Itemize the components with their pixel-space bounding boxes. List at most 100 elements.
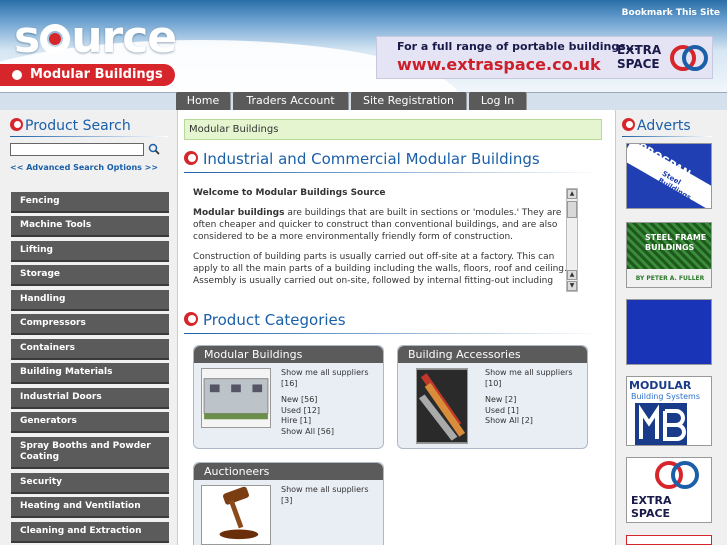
site-subtitle: Modular Buildings [30,67,163,82]
category-generators[interactable]: Generators [11,412,169,433]
filter-new-link[interactable]: New [2] [485,395,585,406]
bullet-e-icon [10,118,23,131]
ad-modular-text: MODULAR [629,379,692,392]
intro-text-box[interactable]: Welcome to Modular Buildings Source Modu… [184,181,580,293]
category-storage[interactable]: Storage [11,265,169,286]
category-card-auctioneers: Auctioneers Show me all suppliers [3] [193,462,384,545]
advert-blank-blue[interactable] [626,299,712,365]
show-all-suppliers-link[interactable]: Show me all suppliers [281,485,381,496]
scroll-down-icon[interactable]: ▼ [567,281,577,291]
dot-icon [12,70,22,80]
category-compressors[interactable]: Compressors [11,314,169,335]
filter-show-all-link[interactable]: Show All [56] [281,427,381,438]
nav-tab-log-in[interactable]: Log In [469,92,527,110]
intro-paragraph-1: Modular buildings are buildings that are… [193,207,570,243]
card-info: Show me all suppliers [10] New [2] Used … [485,368,585,427]
site-subtitle-bar: Modular Buildings [0,64,175,86]
advert-prospan[interactable]: PROSPAN Steel Buildings [626,143,712,209]
card-info: Show me all suppliers [3] [281,485,381,506]
rings-logo-icon [670,45,708,71]
filter-new-link[interactable]: New [56] [281,395,381,406]
advert-partial[interactable] [626,535,712,545]
product-search-heading: Product Search [10,117,168,137]
scroll-mid-up-icon[interactable]: ▲ [567,270,577,280]
portable-cabin-image[interactable] [201,368,271,428]
filter-used-link[interactable]: Used [1] [485,406,585,417]
bookmark-link[interactable]: Bookmark This Site [622,8,720,18]
category-containers[interactable]: Containers [11,339,169,360]
ad-steel-frame-sub: BY PETER A. FULLER [627,269,711,287]
ad-modular-sub: Building Systems [631,392,700,401]
mb-logo-icon [635,403,687,445]
intro-welcome: Welcome to Modular Buildings Source [193,188,386,198]
scroll-thumb[interactable] [567,201,577,218]
ad-extra-line1: EXTRA [631,494,672,507]
category-handling[interactable]: Handling [11,290,169,311]
title-underline [184,333,600,334]
advert-extra-space[interactable]: EXTRA SPACE [626,457,712,523]
rings-logo-icon [655,461,699,489]
ad-extra-text: EXTRA SPACE [631,494,671,520]
adverts-title: Adverts [637,118,691,134]
intro-paragraph-2: Construction of building parts is usuall… [193,252,567,286]
site-logo[interactable]: s urce [14,12,177,63]
category-lifting[interactable]: Lifting [11,241,169,262]
search-input[interactable] [10,143,144,156]
breadcrumb: Modular Buildings [184,119,602,140]
category-cleaning-extraction[interactable]: Cleaning and Extraction [11,522,169,543]
accessories-image[interactable] [416,368,468,444]
ad-extra-line2: SPACE [631,507,671,520]
category-heating-ventilation[interactable]: Heating and Ventilation [11,497,169,518]
categories-title: Product Categories [203,311,346,329]
adverts-heading: Adverts [622,117,712,137]
card-title[interactable]: Auctioneers [194,463,383,480]
category-machine-tools[interactable]: Machine Tools [11,216,169,237]
search-icon[interactable] [148,143,160,155]
card-title[interactable]: Modular Buildings [194,346,383,363]
logo-text-s: s [14,12,40,63]
page-title-block: Industrial and Commercial Modular Buildi… [184,150,600,173]
categories-title-block: Product Categories [184,311,600,334]
category-industrial-doors[interactable]: Industrial Doors [11,388,169,409]
filter-hire-link[interactable]: Hire [1] [281,416,381,427]
gavel-image[interactable] [201,485,271,545]
category-card-building-accessories: Building Accessories Show me all supplie… [397,345,588,449]
nav-tab-site-registration[interactable]: Site Registration [351,92,467,110]
heading-underline [622,136,712,137]
product-search-title: Product Search [25,118,131,134]
advanced-search-link[interactable]: << Advanced Search Options >> [10,163,158,172]
banner-brand: EXTRA SPACE [617,43,662,71]
category-card-modular-buildings: Modular Buildings Show me all suppliers … [193,345,384,449]
category-fencing[interactable]: Fencing [11,192,169,213]
category-spray-booths[interactable]: Spray Booths and Powder Coating [11,437,169,469]
filter-show-all-link[interactable]: Show All [2] [485,416,585,427]
filter-used-link[interactable]: Used [12] [281,406,381,417]
nav-tab-home[interactable]: Home [176,92,231,110]
show-all-suppliers-link[interactable]: Show me all suppliers [281,368,381,379]
ad-steel-frame-text: STEEL FRAME BUILDINGS [645,233,707,252]
supplier-count: [10] [485,378,502,388]
advert-modular-building-systems[interactable]: MODULAR Building Systems [626,376,712,446]
title-underline [184,172,600,173]
scroll-up-icon[interactable]: ▲ [567,189,577,199]
site-header: s urce Modular Buildings Bookmark This Si… [0,0,727,92]
bullet-e-icon [622,118,635,131]
intro-scrollbar[interactable]: ▲ ▲ ▼ [566,188,578,292]
heading-underline [10,136,168,137]
nav-tab-traders-account[interactable]: Traders Account [233,92,349,110]
extraspace-banner[interactable]: For a full range of portable buildings..… [376,36,713,79]
supplier-count: [16] [281,378,298,388]
logo-text-rest: urce [71,12,177,63]
bullet-e-icon [184,312,198,326]
page-title: Industrial and Commercial Modular Buildi… [203,150,540,168]
bullet-e-icon [184,151,198,165]
banner-url: www.extraspace.co.uk [397,55,601,74]
show-all-suppliers-link[interactable]: Show me all suppliers [485,368,585,379]
advert-steel-frame[interactable]: STEEL FRAME BUILDINGS BY PETER A. FULLER [626,222,712,288]
banner-line-1: For a full range of portable buildings..… [397,40,639,53]
card-title[interactable]: Building Accessories [398,346,587,363]
category-building-materials[interactable]: Building Materials [11,363,169,384]
category-security[interactable]: Security [11,473,169,494]
supplier-count: [3] [281,495,293,505]
intro-bold: Modular buildings [193,208,285,218]
